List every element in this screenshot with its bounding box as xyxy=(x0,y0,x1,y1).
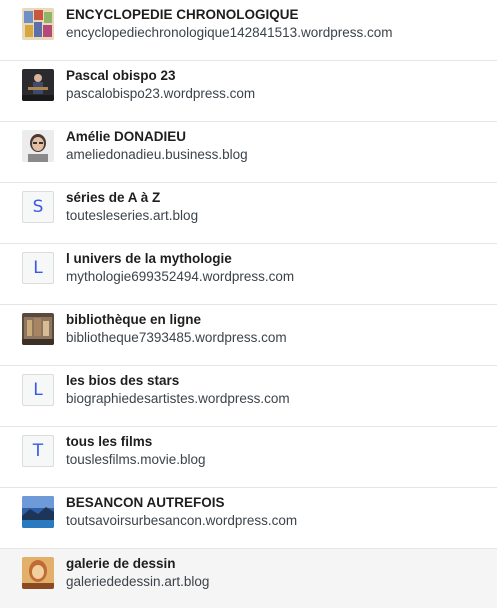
site-title: tous les films xyxy=(66,434,153,449)
site-url: toutesleseries.art.blog xyxy=(66,208,199,223)
site-title: ENCYCLOPEDIE CHRONOLOGIQUE xyxy=(66,7,299,22)
library-thumbnail xyxy=(22,313,54,345)
drawing-thumbnail xyxy=(22,557,54,589)
site-url: ameliedonadieu.business.blog xyxy=(66,147,248,162)
portrait-thumbnail xyxy=(22,130,54,162)
site-url: toutsavoirsurbesancon.wordpress.com xyxy=(66,513,298,528)
site-title: galerie de dessin xyxy=(66,556,176,571)
site-url: encyclopediechronologique142841513.wordp… xyxy=(66,25,393,40)
site-letter-avatar: L xyxy=(22,252,54,284)
site-item[interactable]: bibliothèque en ligne bibliotheque739348… xyxy=(0,305,497,366)
site-url: bibliotheque7393485.wordpress.com xyxy=(66,330,287,345)
site-list: ENCYCLOPEDIE CHRONOLOGIQUE encyclopediec… xyxy=(0,0,497,608)
site-title: bibliothèque en ligne xyxy=(66,312,201,327)
site-item[interactable]: BESANCON AUTREFOIS toutsavoirsurbesancon… xyxy=(0,488,497,549)
site-title: les bios des stars xyxy=(66,373,180,388)
site-item[interactable]: Pascal obispo 23 pascalobispo23.wordpres… xyxy=(0,61,497,122)
site-item[interactable]: L les bios des stars biographiedesartist… xyxy=(0,366,497,427)
site-title: l univers de la mythologie xyxy=(66,251,232,266)
site-item[interactable]: ENCYCLOPEDIE CHRONOLOGIQUE encyclopediec… xyxy=(0,0,497,61)
site-url: pascalobispo23.wordpress.com xyxy=(66,86,256,101)
landscape-thumbnail xyxy=(22,496,54,528)
site-url: touslesfilms.movie.blog xyxy=(66,452,206,467)
site-item[interactable]: Amélie DONADIEU ameliedonadieu.business.… xyxy=(0,122,497,183)
site-item[interactable]: S séries de A à Z toutesleseries.art.blo… xyxy=(0,183,497,244)
site-item[interactable]: L l univers de la mythologie mythologie6… xyxy=(0,244,497,305)
encyclopedie-thumbnail xyxy=(22,8,54,40)
site-item-selected[interactable]: galerie de dessin galeriededessin.art.bl… xyxy=(0,549,497,608)
site-title: Pascal obispo 23 xyxy=(66,68,176,83)
site-letter-avatar: L xyxy=(22,374,54,406)
site-letter-avatar: S xyxy=(22,191,54,223)
site-letter-avatar: T xyxy=(22,435,54,467)
site-title: séries de A à Z xyxy=(66,190,161,205)
site-title: Amélie DONADIEU xyxy=(66,129,187,144)
site-title: BESANCON AUTREFOIS xyxy=(66,495,225,510)
guitarist-thumbnail xyxy=(22,69,54,101)
site-url: galeriededessin.art.blog xyxy=(66,574,210,589)
site-item[interactable]: T tous les films touslesfilms.movie.blog xyxy=(0,427,497,488)
site-url: mythologie699352494.wordpress.com xyxy=(66,269,295,284)
site-url: biographiedesartistes.wordpress.com xyxy=(66,391,290,406)
